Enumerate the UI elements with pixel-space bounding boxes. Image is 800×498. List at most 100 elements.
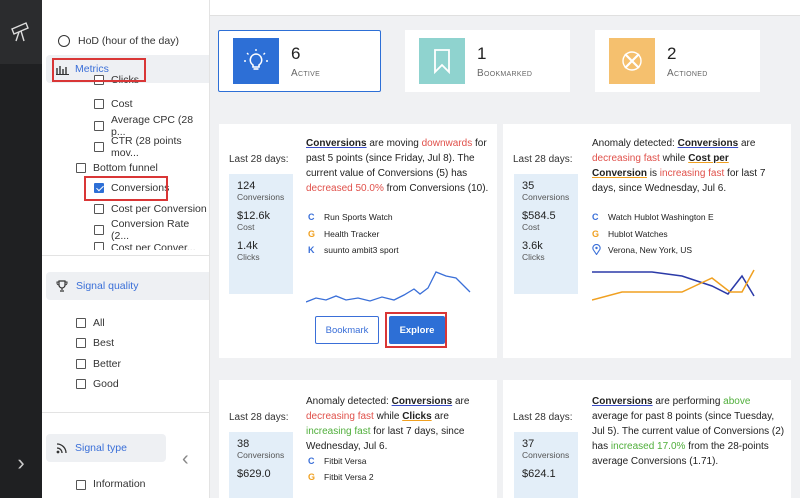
quality-item-best[interactable]: Best [42, 332, 209, 354]
checkbox[interactable] [94, 204, 104, 214]
source-adgroup: G Hublot Watches [592, 227, 668, 241]
trend-text: decreasing fast [306, 411, 374, 422]
desc-text: Anomaly detected: [306, 396, 392, 407]
group-label: Bottom funnel [93, 162, 158, 174]
checkbox[interactable] [76, 480, 86, 490]
hod-option[interactable]: HoD (hour of the day) [42, 30, 209, 52]
signal-type-section[interactable]: Signal type [46, 434, 166, 462]
bookmark-button[interactable]: Bookmark [315, 316, 379, 344]
telescope-icon[interactable] [0, 0, 42, 64]
stat-value: 1 [477, 43, 487, 63]
funnel-item-cpc[interactable]: Cost per Conversion [42, 198, 209, 220]
stat-label: Bookmarked [477, 67, 533, 79]
source-label: Verona, New York, US [608, 245, 693, 255]
checkbox[interactable] [94, 99, 104, 109]
metric-value: 37 [522, 438, 535, 450]
metrics-box: 35 Conversions $584.5 Cost 3.6k Clicks [514, 174, 578, 294]
checkbox[interactable] [76, 379, 86, 389]
source-campaign: C Run Sports Watch [308, 210, 393, 224]
quality-item-good[interactable]: Good [42, 373, 209, 395]
highlight-metrics [52, 58, 146, 82]
signal-card-3: Last 28 days: 38 Conversions $629.0 Anom… [219, 380, 497, 498]
funnel-item-conv-rate[interactable]: Conversion Rate (2... [42, 218, 209, 242]
highlight-conversions [84, 176, 168, 201]
left-rail [0, 0, 42, 498]
checkbox[interactable] [76, 359, 86, 369]
checkbox[interactable] [94, 242, 104, 250]
trend-text: decreasing fast [592, 153, 660, 164]
keyword-icon: K [308, 245, 315, 255]
quality-label: All [93, 317, 105, 329]
desc-text: from Conversions (10). [383, 183, 489, 194]
quality-label: Best [93, 337, 115, 349]
signal-card-2: Last 28 days: 35 Conversions $584.5 Cost… [503, 124, 791, 358]
rss-icon [56, 442, 67, 454]
metric-link[interactable]: Clicks [402, 411, 431, 422]
stat-label: Actioned [667, 67, 708, 79]
metric-item-avg-cpc[interactable]: Average CPC (28 p... [42, 114, 209, 138]
stat-actioned[interactable]: 2 Actioned [595, 30, 760, 92]
funnel-item-cost-per-conv[interactable]: Cost per Conver... [42, 240, 209, 250]
metric-value: 124 [237, 180, 256, 192]
stat-value: 6 [291, 43, 301, 63]
stat-active[interactable]: 6 Active [218, 30, 381, 92]
metric-label: Cost [111, 98, 133, 110]
trend-text: above [723, 396, 751, 407]
checkbox[interactable] [94, 121, 104, 131]
source-label: Watch Hublot Washington E [608, 212, 714, 222]
type-item-information[interactable]: Information [42, 476, 209, 490]
source-label: Hublot Watches [608, 229, 668, 239]
metric-link[interactable]: Conversions [392, 396, 453, 407]
metric-unit: Cost [237, 222, 255, 232]
actioned-icon [609, 38, 655, 84]
metric-unit: Conversions [237, 450, 285, 460]
checkbox[interactable] [76, 338, 86, 348]
adgroup-icon: G [308, 472, 316, 482]
collapse-chevron-icon[interactable]: ‹ [182, 448, 189, 471]
checkbox[interactable] [76, 163, 86, 173]
quality-label: Good [93, 378, 119, 390]
metric-link[interactable]: Conversions [678, 138, 739, 149]
metric-value: $624.1 [522, 468, 556, 480]
signal-quality-section[interactable]: Signal quality [46, 272, 209, 300]
map-pin-icon [592, 243, 604, 257]
metric-link[interactable]: Conversions [306, 138, 367, 149]
desc-text: are moving [366, 138, 422, 149]
lightbulb-icon [233, 38, 279, 84]
checkbox[interactable] [94, 225, 104, 235]
signal-card-1: Last 28 days: 124 Conversions $12.6k Cos… [219, 124, 497, 358]
metrics-box: 38 Conversions $629.0 [229, 432, 293, 498]
period-label: Last 28 days: [513, 154, 573, 165]
period-label: Last 28 days: [513, 412, 573, 423]
metric-value: 3.6k [522, 240, 543, 252]
change-text: decreased 50.0% [306, 183, 384, 194]
stat-bookmarked[interactable]: 1 Bookmarked [405, 30, 570, 92]
trend-text: downwards [421, 138, 473, 149]
checkbox[interactable] [94, 142, 104, 152]
checkbox[interactable] [76, 318, 86, 328]
source-campaign: C Watch Hublot Washington E [592, 210, 714, 224]
comparison-chart [592, 269, 755, 301]
trend-text: increasing fast [306, 426, 371, 437]
desc-text: Anomaly detected: [592, 138, 678, 149]
stat-value: 2 [667, 43, 677, 63]
metric-value: 1.4k [237, 240, 258, 252]
quality-item-all[interactable]: All [42, 312, 209, 334]
period-label: Last 28 days: [229, 412, 289, 423]
expand-chevron-icon[interactable]: › [0, 438, 42, 488]
metric-link[interactable]: Conversions [592, 396, 653, 407]
source-keyword: Ksuunto ambit3 sport [308, 243, 399, 257]
metric-item-cost[interactable]: Cost [42, 93, 209, 115]
source-campaign: C Fitbit Versa [308, 454, 367, 468]
divider [42, 255, 209, 256]
clock-icon [58, 35, 70, 47]
quality-item-better[interactable]: Better [42, 353, 209, 375]
campaign-icon: C [592, 212, 599, 222]
change-text: increased 17.0% [610, 441, 686, 452]
signal-description: Conversions are performing above average… [592, 394, 786, 469]
metrics-box: 124 Conversions $12.6k Cost 1.4k Clicks [229, 174, 293, 294]
metric-item-ctr[interactable]: CTR (28 points mov... [42, 135, 209, 159]
metric-unit: Conversions [522, 450, 570, 460]
funnel-label: Cost per Conver... [111, 242, 196, 250]
metric-unit: Clicks [522, 252, 545, 262]
